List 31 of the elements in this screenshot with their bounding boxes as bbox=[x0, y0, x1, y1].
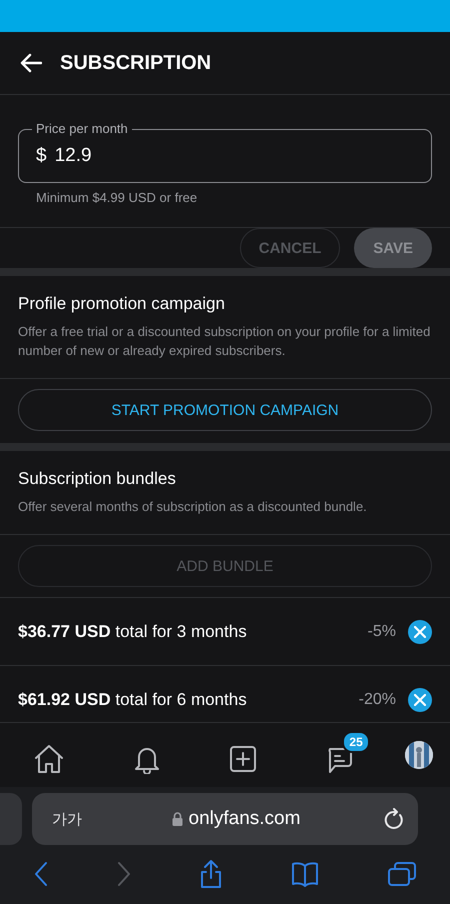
tabs-icon bbox=[386, 860, 417, 886]
back-arrow-icon[interactable] bbox=[20, 53, 42, 73]
section-title: Profile promotion campaign bbox=[18, 294, 226, 314]
remove-button[interactable] bbox=[408, 688, 432, 712]
section-description: Offer a free trial or a discounted subscription on your profile for a limited number of new or already expired subscribers. bbox=[18, 323, 432, 360]
start-campaign-button[interactable]: START PROMOTION CAMPAIGN bbox=[18, 389, 432, 431]
back-icon bbox=[33, 860, 50, 886]
lock-icon bbox=[172, 812, 183, 826]
section-description: Offer several months of subscription as a discounted bundle. bbox=[18, 498, 368, 516]
page-title: SUBSCRIPTION bbox=[60, 52, 212, 74]
avatar-button[interactable] bbox=[404, 741, 433, 769]
forward-icon bbox=[116, 860, 132, 886]
remove-button[interactable] bbox=[408, 620, 432, 644]
home-icon bbox=[33, 744, 66, 774]
reload-icon[interactable] bbox=[384, 808, 404, 830]
bundle-discount: -5% bbox=[366, 622, 396, 640]
price-input-field[interactable]: Price per month $ 12.9 bbox=[18, 120, 432, 183]
url-text: onlyfans.com bbox=[188, 808, 300, 830]
text-size-button[interactable]: 가가 bbox=[46, 808, 88, 830]
close-icon bbox=[414, 694, 426, 706]
bundle-text: $61.92 USD total for 6 months bbox=[18, 690, 248, 710]
message-count-badge: 25 bbox=[342, 731, 370, 753]
close-icon bbox=[414, 626, 426, 638]
add-post-icon bbox=[228, 745, 257, 773]
bundle-text: $36.77 USD total for 3 months bbox=[18, 622, 248, 642]
bookmarks-icon bbox=[290, 860, 320, 886]
price-hint: Minimum $4.99 USD or free bbox=[35, 189, 198, 207]
bundle-discount: -20% bbox=[358, 690, 396, 708]
address-bar[interactable]: 가가 onlyfans.com bbox=[32, 793, 418, 845]
section-title: Subscription bundles bbox=[18, 469, 177, 489]
share-icon bbox=[198, 858, 223, 888]
